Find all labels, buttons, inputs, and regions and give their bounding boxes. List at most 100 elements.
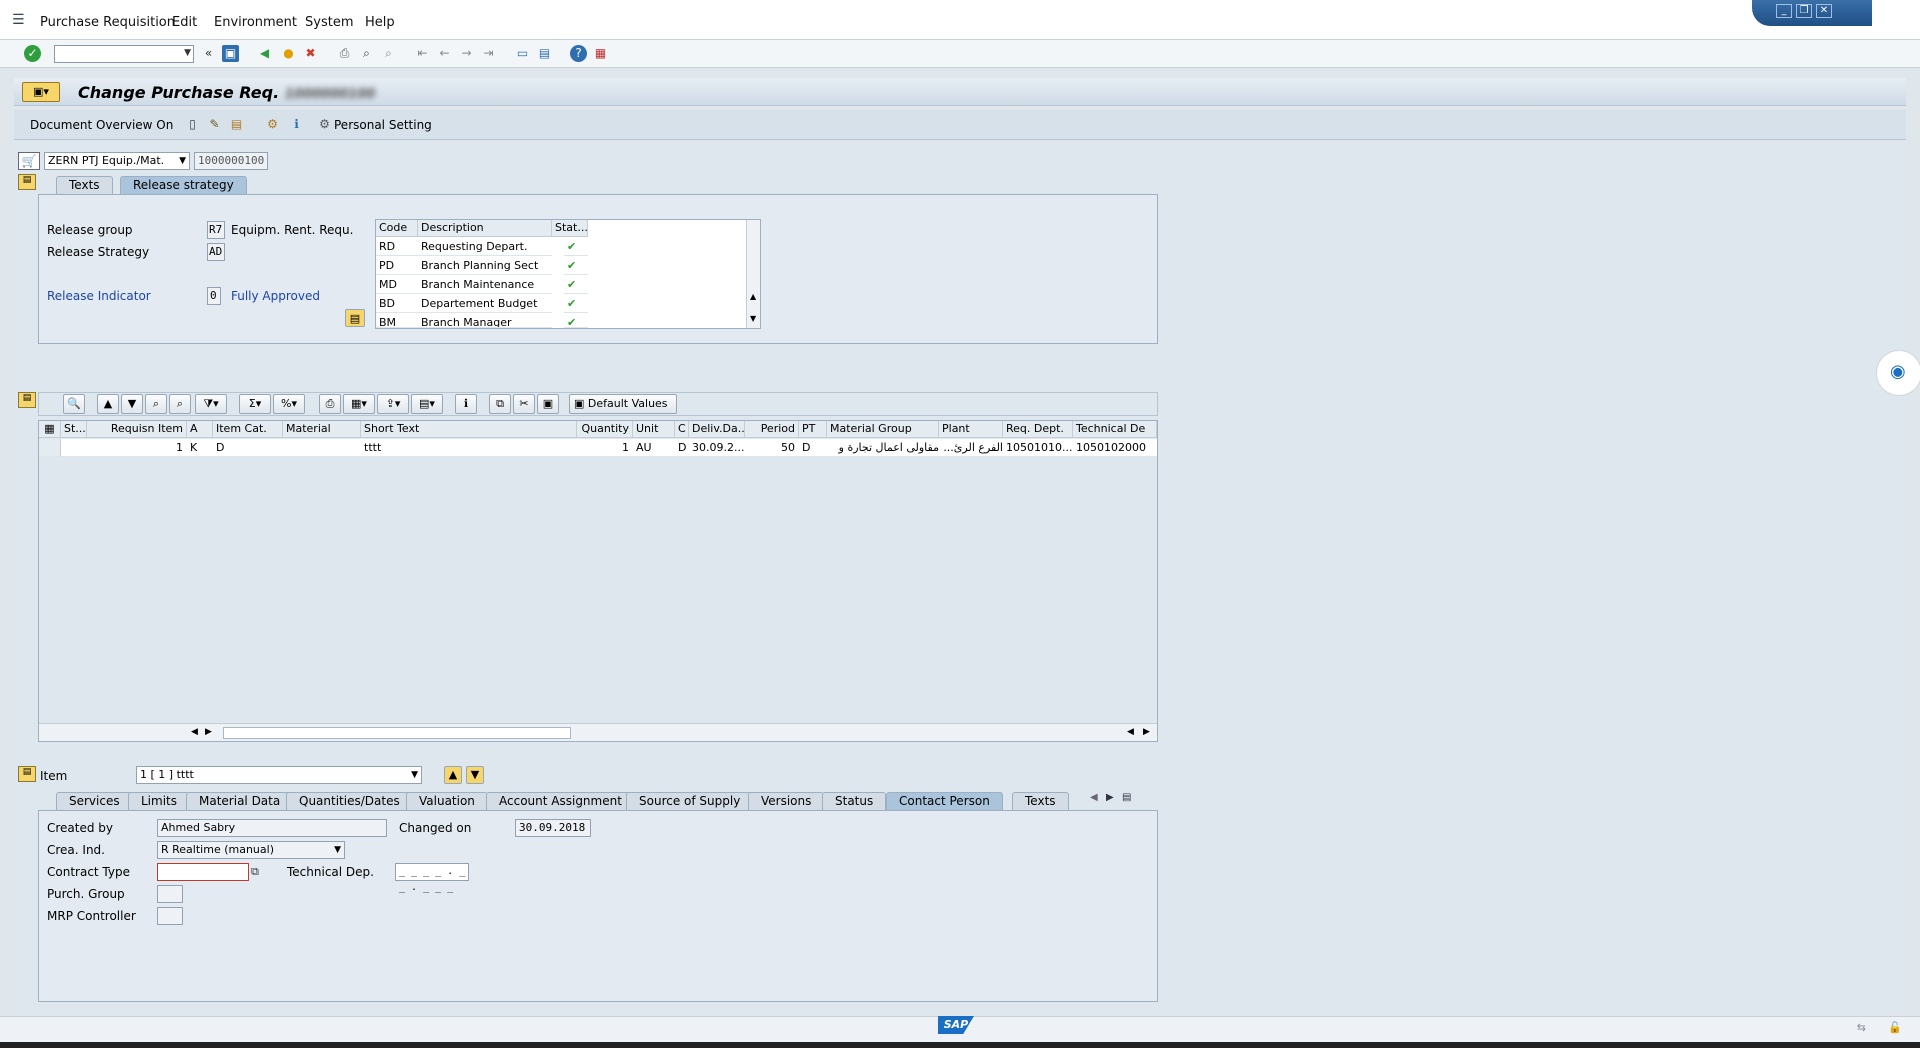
- new-session-icon[interactable]: ▭: [514, 45, 531, 62]
- column-header-deliv-date[interactable]: Deliv.Da...: [689, 421, 745, 438]
- technical-dep-field[interactable]: _ _ _ _ . _ _ . _ _ _: [395, 863, 469, 893]
- sort-descending-icon[interactable]: ▼: [121, 394, 143, 414]
- cell-material[interactable]: [283, 439, 361, 457]
- document-overview-button[interactable]: Document Overview On: [30, 118, 173, 132]
- column-header-a[interactable]: A: [187, 421, 213, 438]
- details-icon[interactable]: 🔍: [63, 394, 85, 414]
- close-icon[interactable]: ✕: [1816, 4, 1832, 18]
- shortcut-icon[interactable]: ▤: [536, 45, 553, 62]
- next-page-icon[interactable]: →: [458, 45, 475, 62]
- chevron-down-icon[interactable]: ▼: [184, 48, 191, 58]
- cell-unit[interactable]: AU: [633, 439, 675, 457]
- cell-status[interactable]: [61, 439, 87, 457]
- lock-icon[interactable]: 🔓: [1888, 1021, 1902, 1034]
- menu-environment[interactable]: Environment: [214, 15, 297, 30]
- expand-items-icon[interactable]: ▤: [18, 392, 36, 408]
- document-type-select[interactable]: ZERN PTJ Equip./Mat. ▼: [44, 152, 190, 170]
- column-header-quantity[interactable]: Quantity: [577, 421, 633, 438]
- cell-deliv-date[interactable]: 30.09.2...: [689, 439, 745, 457]
- release-details-icon[interactable]: ▤: [345, 309, 365, 327]
- row-selector[interactable]: [39, 439, 61, 457]
- cell-plant[interactable]: الفرع الرئ...: [939, 439, 1003, 457]
- hold-icon[interactable]: ▤: [228, 116, 245, 133]
- cell-technical-dep[interactable]: 1050102000: [1073, 439, 1157, 457]
- scroll-up-icon[interactable]: ▲: [750, 292, 756, 301]
- layout-icon[interactable]: ▦: [592, 45, 609, 62]
- purch-group-field[interactable]: [157, 885, 183, 903]
- item-select[interactable]: 1 [ 1 ] tttt ▼: [136, 766, 422, 784]
- document-number-field[interactable]: 1000000100: [194, 152, 268, 170]
- tab-status[interactable]: Status: [822, 792, 887, 810]
- column-header-material-group[interactable]: Material Group: [827, 421, 939, 438]
- tab-texts[interactable]: Texts: [56, 176, 113, 194]
- tab-contact-person[interactable]: Contact Person: [886, 792, 1003, 810]
- column-header-requisn-item[interactable]: Requisn Item: [87, 421, 187, 438]
- info-icon[interactable]: ℹ: [288, 116, 305, 133]
- subtotal-icon[interactable]: %▾: [273, 394, 305, 414]
- back-icon[interactable]: ◀: [256, 45, 273, 62]
- tab-material-data[interactable]: Material Data: [186, 792, 294, 810]
- other-requisition-icon[interactable]: ▣▾: [22, 82, 60, 102]
- views-icon[interactable]: ▦▾: [343, 394, 375, 414]
- help-icon[interactable]: ?: [570, 45, 587, 62]
- cell-period[interactable]: 50: [745, 439, 799, 457]
- column-header-status[interactable]: St...: [61, 421, 87, 438]
- created-by-field[interactable]: Ahmed Sabry: [157, 819, 387, 837]
- menu-system[interactable]: System: [305, 15, 353, 30]
- crea-ind-select[interactable]: R Realtime (manual) ▼: [157, 841, 345, 859]
- cancel-icon[interactable]: ✖: [302, 45, 319, 62]
- status-expand-icon[interactable]: ⇆: [1857, 1021, 1866, 1034]
- release-indicator-label[interactable]: Release Indicator: [47, 289, 151, 303]
- column-header-unit[interactable]: Unit: [633, 421, 675, 438]
- prev-page-icon[interactable]: ←: [436, 45, 453, 62]
- column-header-item-cat[interactable]: Item Cat.: [213, 421, 283, 438]
- cell-c[interactable]: D: [675, 439, 689, 457]
- cart-icon[interactable]: 🛒: [18, 152, 40, 170]
- cell-a[interactable]: K: [187, 439, 213, 457]
- tab-list-icon[interactable]: ▤: [1122, 792, 1131, 803]
- first-page-icon[interactable]: ⇤: [414, 45, 431, 62]
- scroll-right-end-icon[interactable]: ▶: [1143, 727, 1150, 737]
- item-grid-horizontal-scrollbar[interactable]: ◀ ▶ ◀ ▶: [39, 723, 1157, 741]
- minimize-icon[interactable]: _: [1776, 4, 1792, 18]
- column-header-pt[interactable]: PT: [799, 421, 827, 438]
- find-next-icon[interactable]: ⌕: [169, 394, 191, 414]
- info-icon[interactable]: ℹ: [455, 394, 477, 414]
- tab-account-assignment[interactable]: Account Assignment: [486, 792, 635, 810]
- command-field[interactable]: ▼: [54, 45, 194, 63]
- tab-source-of-supply[interactable]: Source of Supply: [626, 792, 754, 810]
- exit-icon[interactable]: ●: [280, 45, 297, 62]
- find-next-icon[interactable]: ⌕: [380, 45, 397, 62]
- save-icon[interactable]: ▣: [222, 45, 239, 62]
- release-indicator-field[interactable]: 0: [207, 287, 221, 305]
- tab-scroll-right-icon[interactable]: ▶: [1106, 792, 1114, 803]
- tab-services[interactable]: Services: [56, 792, 133, 810]
- release-strategy-field[interactable]: AD: [207, 243, 225, 261]
- find-icon[interactable]: ⌕: [358, 45, 375, 62]
- copy-icon[interactable]: ⧉: [489, 394, 511, 414]
- cell-req-dept[interactable]: 10501010...: [1003, 439, 1073, 457]
- column-header-c[interactable]: C: [675, 421, 689, 438]
- column-header-short-text[interactable]: Short Text: [361, 421, 577, 438]
- enter-icon[interactable]: ✓: [24, 45, 41, 62]
- cell-quantity[interactable]: 1: [577, 439, 633, 457]
- filter-icon[interactable]: ⧩▾: [195, 394, 227, 414]
- scroll-thumb[interactable]: [223, 727, 571, 739]
- print-icon[interactable]: ⎙: [336, 45, 353, 62]
- last-page-icon[interactable]: ⇥: [480, 45, 497, 62]
- tab-texts-item[interactable]: Texts: [1012, 792, 1069, 810]
- new-document-icon[interactable]: ▯: [184, 116, 201, 133]
- column-header-technical-dep[interactable]: Technical De: [1073, 421, 1157, 438]
- cell-requisn-item[interactable]: 1: [87, 439, 187, 457]
- next-item-icon[interactable]: ▼: [466, 766, 484, 784]
- release-group-field[interactable]: R7: [207, 221, 225, 239]
- menu-edit[interactable]: Edit: [172, 15, 197, 30]
- collapse-icon[interactable]: «: [200, 45, 217, 62]
- contract-type-field[interactable]: [157, 863, 249, 881]
- value-help-icon[interactable]: ⧉: [251, 865, 259, 879]
- tab-quantities-dates[interactable]: Quantities/Dates: [286, 792, 413, 810]
- find-icon[interactable]: ⌕: [145, 394, 167, 414]
- scroll-right-icon[interactable]: ▶: [205, 727, 212, 737]
- layout-icon[interactable]: ▤▾: [411, 394, 443, 414]
- menu-icon[interactable]: ☰: [12, 12, 25, 28]
